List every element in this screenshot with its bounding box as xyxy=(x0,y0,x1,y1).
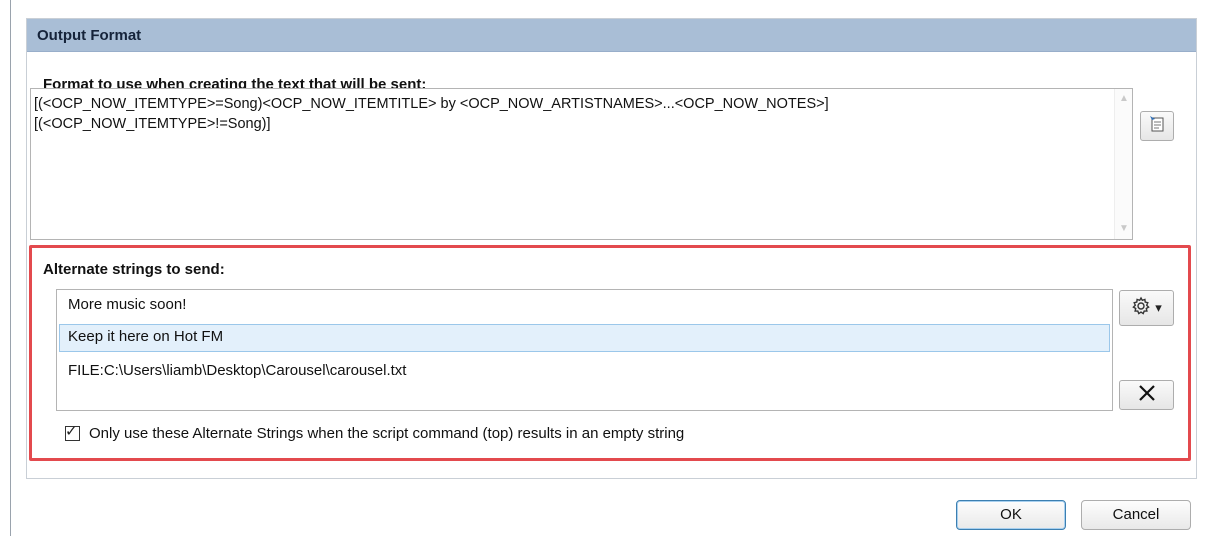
gear-icon xyxy=(1131,296,1151,320)
list-item[interactable]: More music soon! xyxy=(59,292,1110,320)
settings-dropdown-button[interactable]: ▾ xyxy=(1119,290,1174,326)
empty-string-checkbox-label[interactable]: Only use these Alternate Strings when th… xyxy=(89,425,684,442)
cancel-button[interactable]: Cancel xyxy=(1081,500,1191,530)
list-item-selected[interactable]: Keep it here on Hot FM xyxy=(59,324,1110,352)
window-edge xyxy=(10,0,11,536)
script-text[interactable]: [(<OCP_NOW_ITEMTYPE>=Song)<OCP_NOW_ITEMT… xyxy=(34,94,1112,134)
script-scrollbar[interactable]: ▲ ▼ xyxy=(1114,89,1132,239)
script-textbox[interactable]: [(<OCP_NOW_ITEMTYPE>=Song)<OCP_NOW_ITEMT… xyxy=(30,88,1133,240)
alternate-strings-label: Alternate strings to send: xyxy=(43,261,225,278)
ok-button[interactable]: OK xyxy=(956,500,1066,530)
delete-string-button[interactable] xyxy=(1119,380,1174,410)
close-icon xyxy=(1137,383,1157,407)
empty-string-option[interactable]: ✓ Only use these Alternate Strings when … xyxy=(65,423,684,442)
empty-string-checkbox[interactable]: ✓ xyxy=(65,423,80,441)
list-item[interactable]: FILE:C:\Users\liamb\Desktop\Carousel\car… xyxy=(59,358,1110,386)
group-title: Output Format xyxy=(27,19,1196,52)
chevron-down-icon: ▾ xyxy=(1155,300,1162,315)
script-editor-icon xyxy=(1148,115,1166,137)
script-editor-button[interactable] xyxy=(1140,111,1174,141)
alternate-strings-list[interactable]: More music soon! Keep it here on Hot FM … xyxy=(56,289,1113,411)
scroll-down-icon[interactable]: ▼ xyxy=(1115,221,1133,237)
scroll-up-icon[interactable]: ▲ xyxy=(1115,91,1133,107)
checkmark-icon: ✓ xyxy=(65,423,78,440)
